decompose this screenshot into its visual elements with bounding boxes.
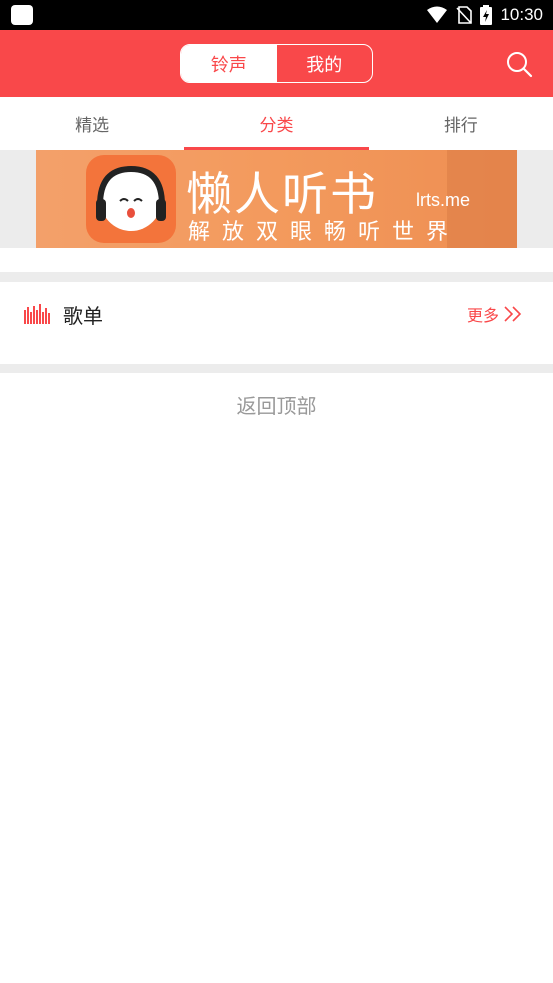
- tab-bar: 精选 分类 排行: [0, 97, 553, 150]
- segment-control: 铃声 我的: [180, 44, 373, 83]
- back-to-top-button[interactable]: 返回顶部: [0, 390, 553, 419]
- tab-category[interactable]: 分类: [184, 97, 369, 150]
- banner-container: 懒人听书 lrts.me 解放双眼畅听世界: [0, 150, 553, 248]
- status-indicators: 10:30: [426, 0, 543, 30]
- tab-featured[interactable]: 精选: [0, 97, 184, 150]
- battery-charging-icon: [480, 5, 493, 25]
- more-label: 更多: [466, 306, 499, 325]
- headphones-icon: [96, 165, 166, 221]
- search-icon[interactable]: [505, 50, 533, 78]
- more-link[interactable]: 更多: [467, 302, 523, 326]
- banner-subtitle: 解放双眼畅听世界: [188, 220, 461, 245]
- tab-ranking[interactable]: 排行: [369, 97, 553, 150]
- lazy-listen-logo: [86, 155, 176, 243]
- segment-mine[interactable]: 我的: [277, 45, 373, 82]
- divider: [0, 272, 553, 282]
- no-sim-icon: [456, 6, 473, 24]
- section-title: 歌单: [63, 304, 103, 328]
- divider: [0, 364, 553, 373]
- status-bar: 10:30: [0, 0, 553, 30]
- app-header: 铃声 我的: [0, 30, 553, 97]
- status-time: 10:30: [500, 5, 543, 24]
- double-chevron-right-icon: [504, 306, 522, 322]
- notification-icon: [11, 5, 33, 25]
- banner-domain: lrts.me: [416, 190, 470, 210]
- playlist-section: 歌单 更多: [0, 282, 553, 364]
- banner-ad[interactable]: 懒人听书 lrts.me 解放双眼畅听世界: [36, 150, 517, 248]
- equalizer-icon: [24, 304, 50, 324]
- wifi-icon: [427, 6, 448, 23]
- segment-ringtone[interactable]: 铃声: [181, 45, 277, 82]
